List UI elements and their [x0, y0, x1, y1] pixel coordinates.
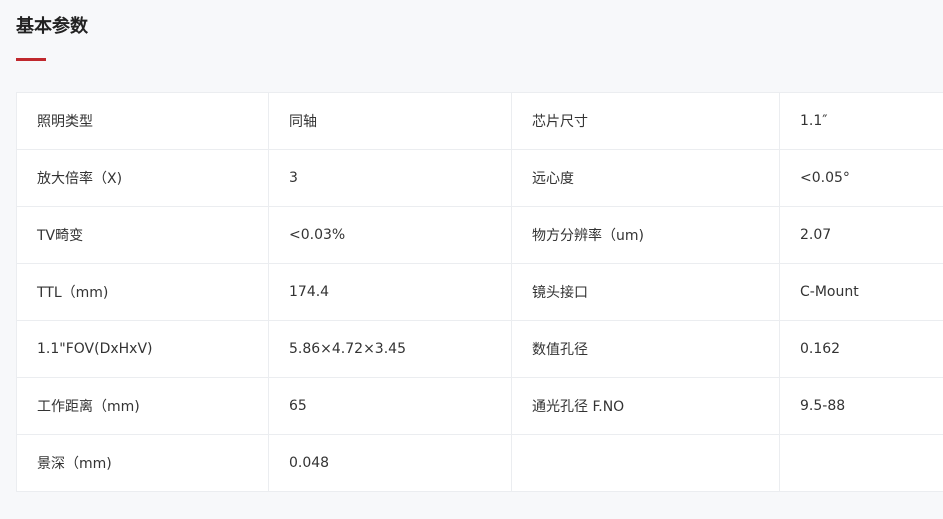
- spec-value: C-Mount: [779, 263, 943, 321]
- spec-label: TTL（mm): [16, 263, 269, 321]
- spec-label: 镜头接口: [511, 263, 780, 321]
- spec-value: 同轴: [268, 92, 512, 150]
- table-row: 景深（mm) 0.048: [16, 434, 943, 492]
- spec-label: 1.1"FOV(DxHxV): [16, 320, 269, 378]
- spec-label: 数值孔径: [511, 320, 780, 378]
- table-row: 放大倍率（X) 3 远心度 <0.05°: [16, 149, 943, 207]
- table-row: 照明类型 同轴 芯片尺寸 1.1″: [16, 92, 943, 150]
- spec-value: 9.5-88: [779, 377, 943, 435]
- spec-value: 2.07: [779, 206, 943, 264]
- spec-label: 景深（mm): [16, 434, 269, 492]
- title-underline: [16, 58, 46, 61]
- spec-label: [511, 434, 780, 492]
- spec-value: 0.162: [779, 320, 943, 378]
- spec-label: 物方分辨率（um): [511, 206, 780, 264]
- spec-label: 工作距离（mm): [16, 377, 269, 435]
- section-title: 基本参数: [16, 16, 88, 37]
- spec-value: 65: [268, 377, 512, 435]
- spec-label: TV畸变: [16, 206, 269, 264]
- spec-value: 5.86×4.72×3.45: [268, 320, 512, 378]
- table-row: TV畸变 <0.03% 物方分辨率（um) 2.07: [16, 206, 943, 264]
- spec-label: 通光孔径 F.NO: [511, 377, 780, 435]
- spec-value: <0.03%: [268, 206, 512, 264]
- spec-label: 芯片尺寸: [511, 92, 780, 150]
- table-row: 工作距离（mm) 65 通光孔径 F.NO 9.5-88: [16, 377, 943, 435]
- spec-value: [779, 434, 943, 492]
- spec-value: 0.048: [268, 434, 512, 492]
- spec-value: 174.4: [268, 263, 512, 321]
- spec-label: 照明类型: [16, 92, 269, 150]
- table-row: TTL（mm) 174.4 镜头接口 C-Mount: [16, 263, 943, 321]
- table-row: 1.1"FOV(DxHxV) 5.86×4.72×3.45 数值孔径 0.162: [16, 320, 943, 378]
- spec-value: 1.1″: [779, 92, 943, 150]
- spec-label: 远心度: [511, 149, 780, 207]
- page: 基本参数 照明类型 同轴 芯片尺寸 1.1″ 放大倍率（X) 3 远心度 <0.…: [0, 0, 943, 519]
- spec-table: 照明类型 同轴 芯片尺寸 1.1″ 放大倍率（X) 3 远心度 <0.05° T…: [16, 92, 943, 492]
- spec-value: 3: [268, 149, 512, 207]
- spec-value: <0.05°: [779, 149, 943, 207]
- spec-label: 放大倍率（X): [16, 149, 269, 207]
